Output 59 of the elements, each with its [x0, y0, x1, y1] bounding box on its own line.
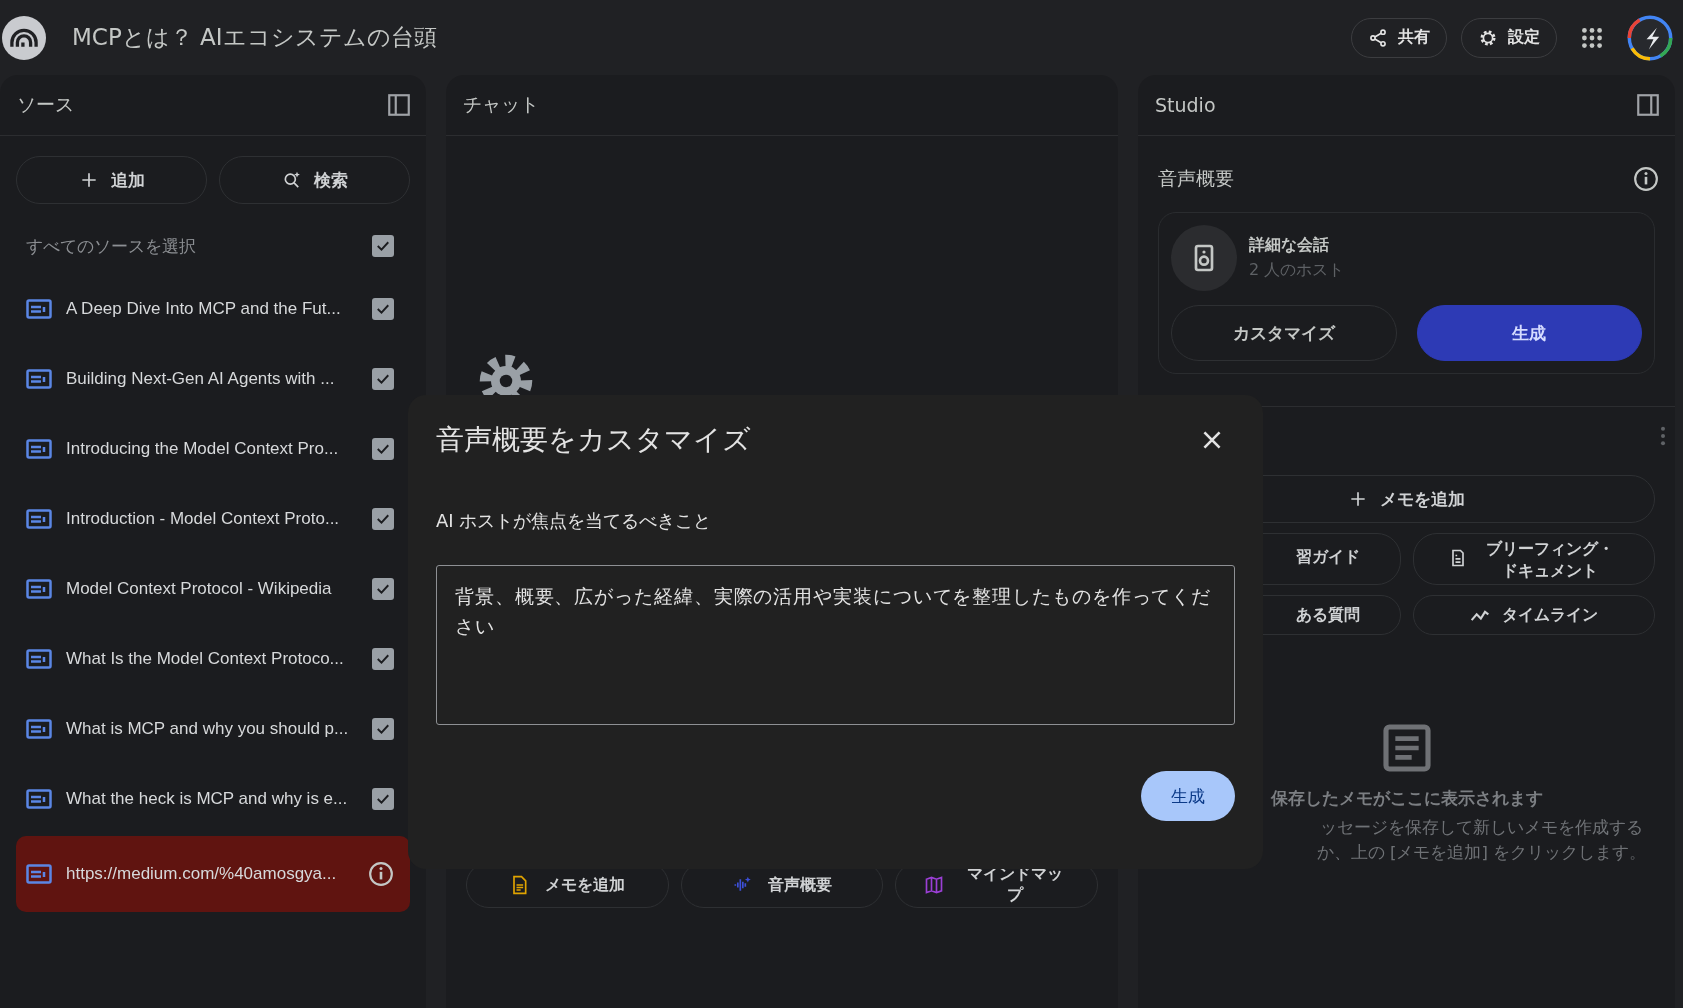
generate-button[interactable]: 生成 [1141, 771, 1235, 821]
checkbox[interactable] [372, 508, 394, 530]
section-heading: 音声概要 [1158, 166, 1234, 191]
settings-button[interactable]: 設定 [1461, 17, 1557, 58]
empty-state-text: ッセージを保存して新しいメモを作成するか、上の [メモを追加] をクリックします。 [1315, 817, 1648, 864]
card-subtitle: 2 人のホスト [1249, 260, 1345, 281]
source-title[interactable]: What the heck is MCP and why is e... [66, 789, 358, 809]
generate-button[interactable]: 生成 [1416, 305, 1642, 361]
info-icon[interactable] [1633, 166, 1659, 192]
source-title[interactable]: What Is the Model Context Protoco... [66, 649, 358, 669]
source-title[interactable]: What is MCP and why you should p... [66, 719, 358, 739]
panel-toggle-icon[interactable] [1635, 92, 1661, 118]
more-options-icon[interactable] [1659, 425, 1667, 447]
map-icon [923, 875, 944, 895]
web-source-icon [26, 789, 52, 809]
info-icon[interactable] [368, 861, 394, 887]
share-button[interactable]: 共有 [1351, 17, 1447, 58]
dialog-title: 音声概要をカスタマイズ [436, 422, 751, 458]
source-title[interactable]: A Deep Dive Into MCP and the Fut... [66, 299, 358, 319]
empty-state-title: 保存したメモがここに表示されます [1270, 788, 1543, 810]
avatar[interactable] [1627, 14, 1673, 61]
source-title[interactable]: Building Next-Gen AI Agents with ... [66, 369, 358, 389]
field-label: AI ホストが焦点を当てるべきこと [436, 509, 713, 533]
share-icon [1368, 27, 1388, 48]
web-source-icon [26, 439, 52, 459]
web-source-icon [26, 299, 52, 319]
checkbox[interactable] [372, 578, 394, 600]
checkbox[interactable] [372, 718, 394, 740]
notebook-title[interactable]: MCPとは？ AIエコシステムの台頭 [72, 22, 437, 53]
checkbox[interactable] [372, 298, 394, 320]
add-source-button[interactable]: 追加 [16, 156, 207, 204]
studio-action-button[interactable]: タイムライン [1412, 595, 1655, 635]
studio-action-button[interactable]: ブリーフィング・ドキュメント [1412, 533, 1655, 585]
checkbox[interactable] [372, 368, 394, 390]
panel-toggle-icon[interactable] [386, 92, 412, 118]
checkbox[interactable] [372, 438, 394, 460]
web-source-icon [26, 369, 52, 389]
customize-button[interactable]: カスタマイズ [1171, 305, 1397, 361]
source-title[interactable]: Model Context Protocol - Wikipedia [66, 579, 358, 599]
select-all-label: すべてのソースを選択 [26, 234, 197, 258]
checkbox[interactable] [372, 788, 394, 810]
focus-text-field[interactable]: 背景、概要、広がった経緯、実際の活用や実装についてを整理したものを作ってください [436, 565, 1235, 725]
panel-title: ソース [17, 92, 74, 117]
card-title: 詳細な会話 [1249, 235, 1330, 256]
web-source-icon [26, 509, 52, 529]
web-source-icon [26, 864, 52, 884]
discover-sources-button[interactable]: 検索 [219, 156, 410, 204]
checkbox[interactable] [372, 648, 394, 670]
source-title[interactable]: Introduction - Model Context Proto... [66, 509, 358, 529]
web-source-icon [26, 719, 52, 739]
source-title[interactable]: Introducing the Model Context Pro... [66, 439, 358, 459]
failed-source-item[interactable]: https://medium.com/%40amosgya... [16, 836, 410, 912]
web-source-icon [26, 579, 52, 599]
checkbox[interactable] [372, 235, 394, 257]
logo-icon[interactable] [2, 15, 46, 60]
panel-title: Studio [1155, 94, 1216, 116]
plus-icon [1348, 489, 1368, 509]
panel-title: チャット [463, 92, 539, 117]
web-source-icon [26, 649, 52, 669]
